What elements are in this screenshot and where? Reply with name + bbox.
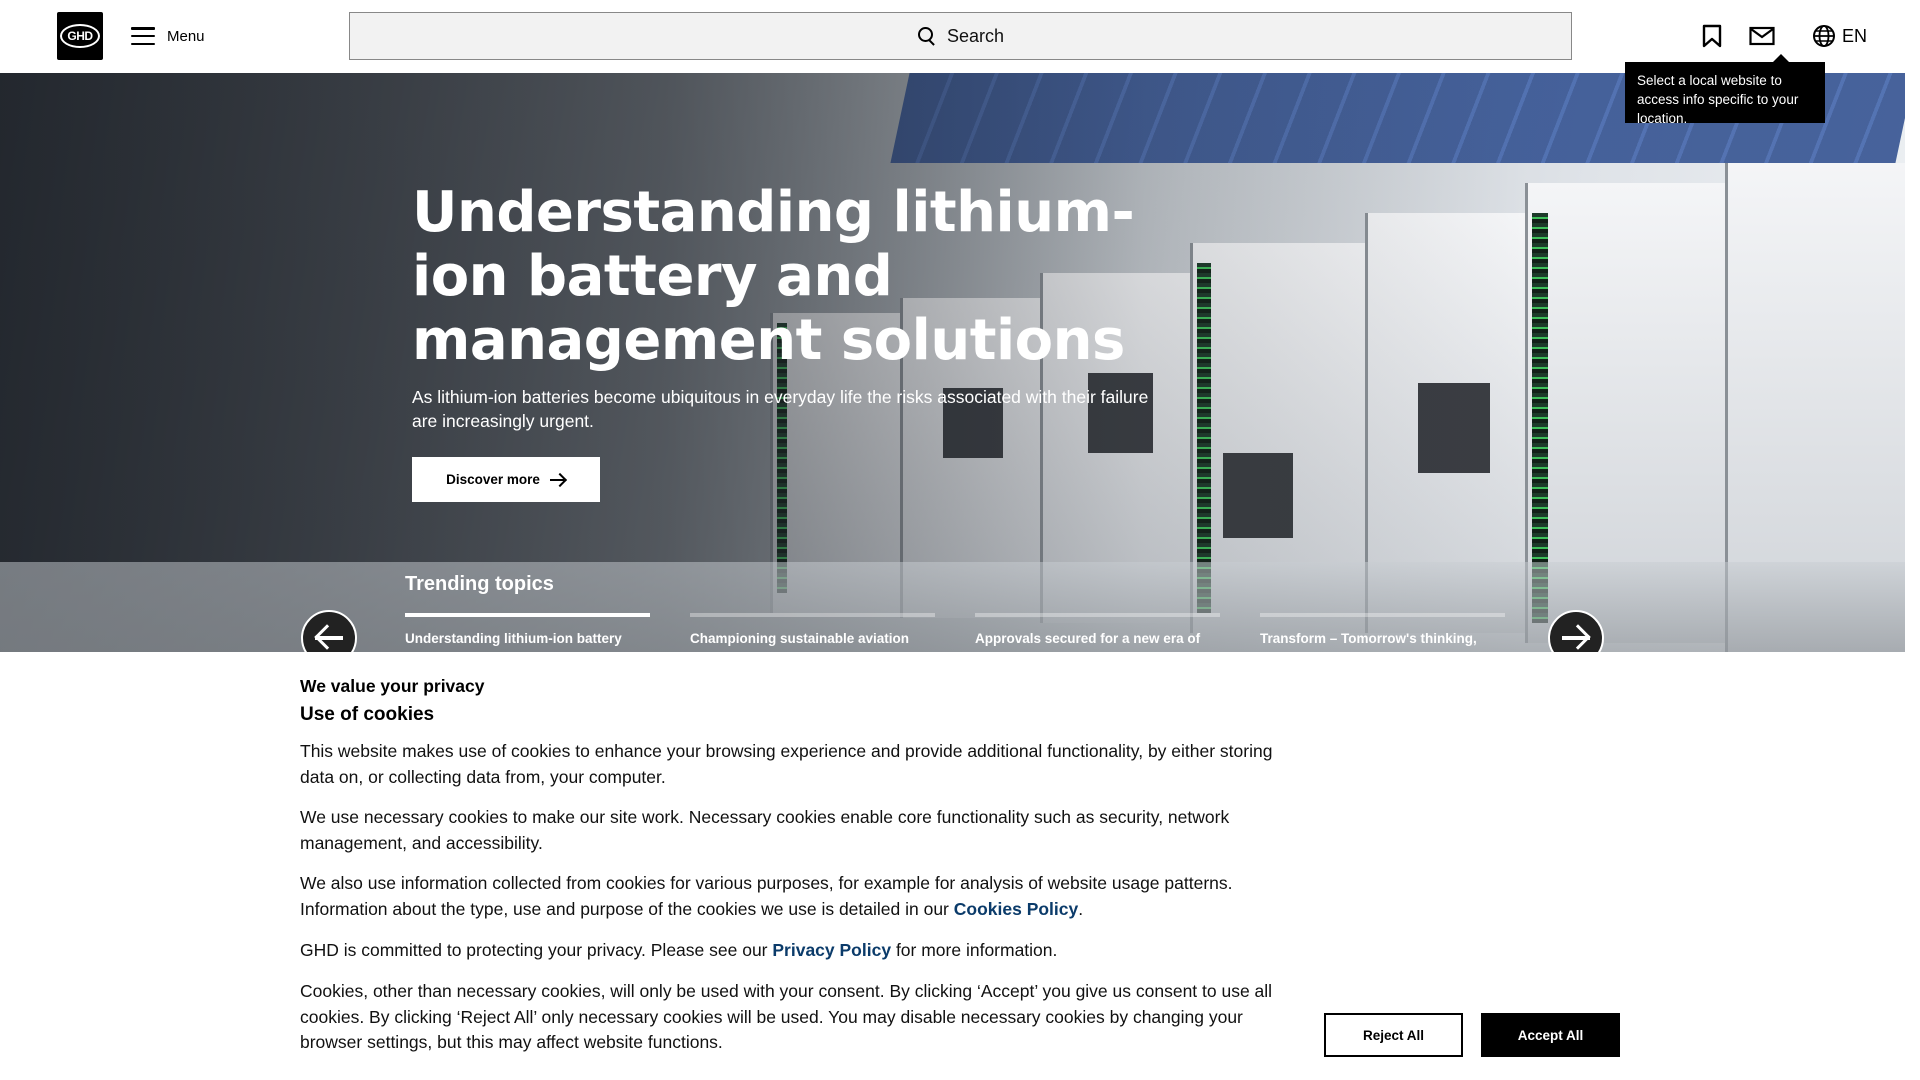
privacy-policy-link[interactable]: Privacy Policy (772, 940, 891, 960)
cookie-title: We value your privacy (300, 676, 485, 696)
language-label: EN (1842, 25, 1868, 46)
arrow-right-icon (1561, 626, 1591, 650)
trending-topic-3[interactable]: Approvals secured for a new era of (975, 613, 1220, 646)
menu-button[interactable]: Menu (131, 22, 205, 50)
cookie-paragraph-3-end: . (1078, 898, 1084, 919)
trending-topic-1[interactable]: Understanding lithium-ion battery (405, 613, 650, 646)
location-tooltip: Select a local website to access info sp… (1625, 54, 1825, 126)
trending-topic-2[interactable]: Championing sustainable aviation (690, 613, 935, 646)
hero-banner: Understanding lithium-ion battery and ma… (0, 73, 1905, 652)
cookie-paragraph-1: This website makes use of cookies to enh… (300, 741, 1273, 787)
cookie-paragraph-4: GHD is committed to protecting your priv… (300, 938, 1310, 964)
menu-label: Menu (167, 27, 205, 45)
mail-icon[interactable] (1745, 20, 1779, 52)
discover-more-label: Discover more (446, 472, 540, 487)
reject-all-button[interactable]: Reject All (1324, 1013, 1463, 1057)
cookie-paragraph-5: Cookies, other than necessary cookies, w… (300, 981, 1273, 1052)
discover-more-button[interactable]: Discover more (412, 457, 600, 502)
search-icon (917, 26, 937, 46)
logo-text: GHD (60, 24, 100, 48)
cookies-policy-link[interactable]: Cookies Policy (954, 899, 1079, 919)
cookie-subtitle: Use of cookies (300, 704, 435, 725)
topic-label: Transform – Tomorrow's thinking, (1260, 631, 1477, 646)
arrow-left-icon (314, 626, 344, 650)
hero-floor (0, 562, 1905, 652)
cookie-paragraph-2: We use necessary cookies to make our sit… (300, 807, 1230, 853)
language-selector[interactable]: EN (1812, 20, 1867, 52)
topic-progress-bar (975, 613, 1220, 617)
topic-progress-bar (1260, 613, 1505, 617)
hero-title: Understanding lithium-ion battery and ma… (412, 180, 1135, 373)
topic-label: Approvals secured for a new era of (975, 631, 1201, 646)
topic-label: Understanding lithium-ion battery (405, 631, 622, 646)
hero-subtitle: As lithium-ion batteries become ubiquito… (412, 387, 1149, 431)
hamburger-icon (131, 27, 155, 45)
cookie-paragraph-4-text: GHD is committed to protecting your priv… (300, 940, 773, 960)
bookmark-icon[interactable] (1695, 20, 1729, 52)
topic-label: Championing sustainable aviation (690, 631, 910, 646)
globe-icon (1813, 25, 1835, 47)
arrow-right-icon (549, 474, 566, 486)
cookie-paragraph-4-end: for more information. (891, 940, 1058, 960)
search-placeholder: Search (946, 25, 1005, 46)
accept-all-button[interactable]: Accept All (1481, 1013, 1620, 1057)
trending-topics-heading: Trending topics (405, 573, 554, 595)
cookie-paragraph-3-text: We also use information collected from c… (300, 873, 1233, 919)
cookie-paragraph-3: We also use information collected from c… (300, 871, 1310, 922)
cookie-banner: We value your privacy Use of cookies Thi… (0, 652, 1920, 1080)
trending-topic-4[interactable]: Transform – Tomorrow's thinking, (1260, 613, 1505, 646)
search-input[interactable]: Search (349, 12, 1572, 60)
ghd-logo[interactable]: GHD (57, 12, 103, 60)
topic-progress-bar (690, 613, 935, 617)
topic-progress-bar (405, 613, 650, 617)
